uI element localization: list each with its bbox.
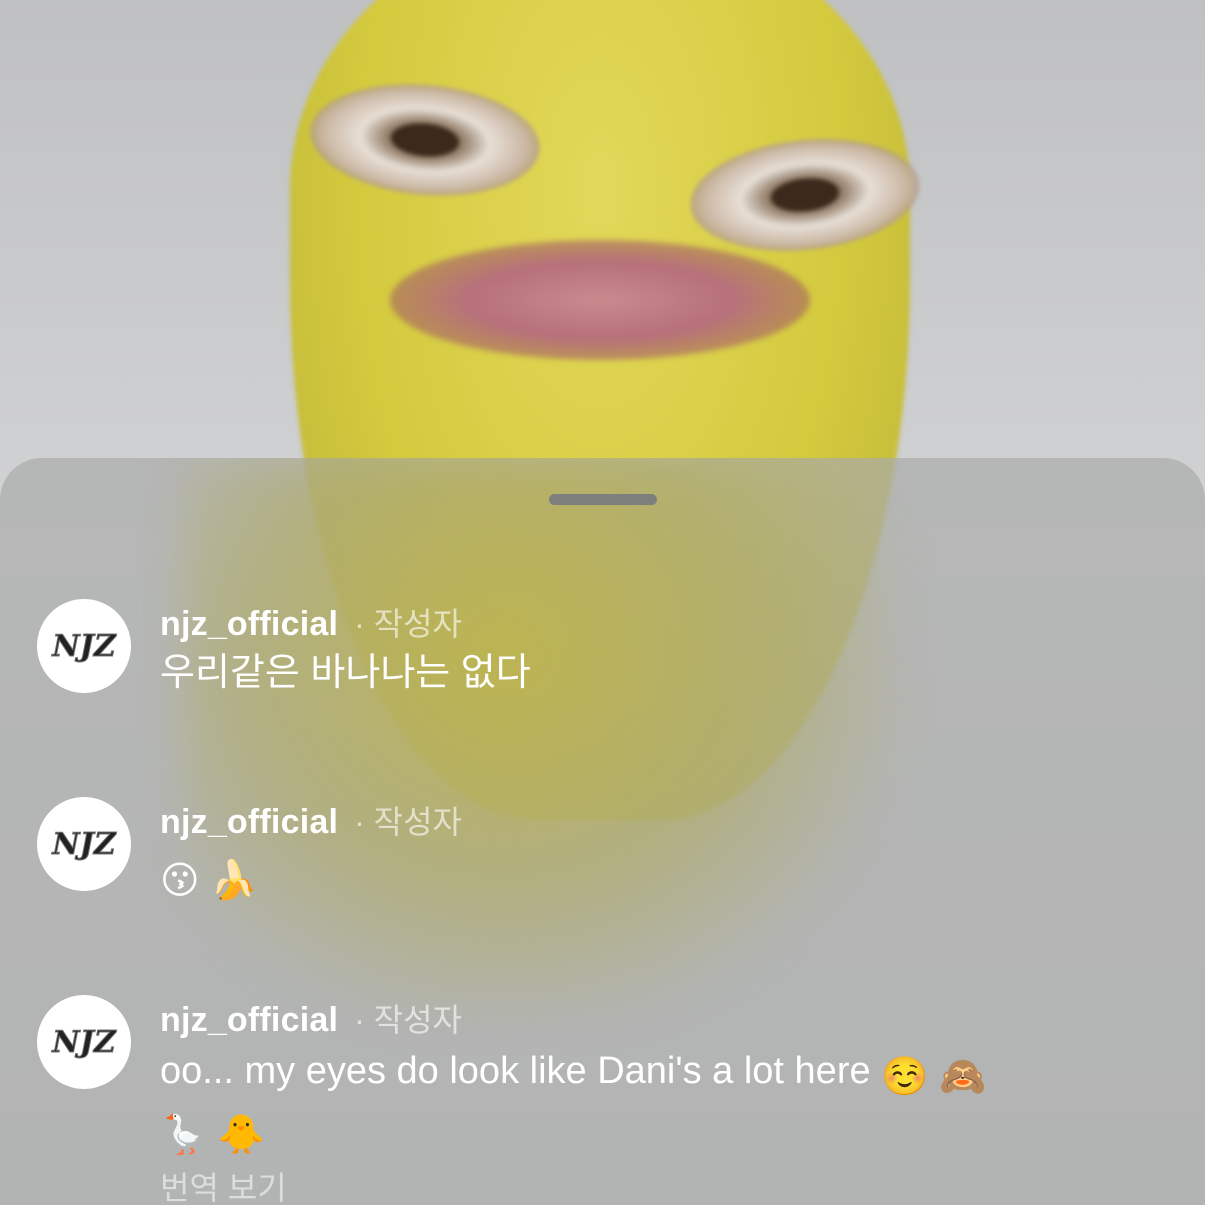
goose-emoji: 🪿 [160, 1114, 208, 1156]
njz-logo-icon: NJZ [51, 827, 118, 863]
comment-text-body: oo... my eyes do look like Dani's a lot … [160, 1050, 871, 1092]
author-tag: · 작성자 [354, 606, 462, 642]
svg-text:NJZ: NJZ [51, 1025, 117, 1060]
banana-emoji: 🍌 [210, 860, 258, 902]
avatar[interactable]: NJZ [37, 599, 131, 693]
lips [390, 240, 810, 360]
comment-meta: njz_official · 작성자 [160, 797, 462, 843]
author-tag: · 작성자 [354, 804, 462, 840]
translate-link[interactable]: 번역 보기 [160, 1163, 287, 1205]
njz-logo-icon: NJZ [51, 629, 118, 665]
avatar[interactable]: NJZ [37, 797, 131, 891]
drag-handle[interactable] [549, 494, 657, 505]
username[interactable]: njz_official [160, 803, 338, 841]
comment-text: 😗 🍌 [160, 849, 1140, 907]
svg-text:NJZ: NJZ [51, 827, 117, 862]
comment-meta: njz_official · 작성자 [160, 995, 462, 1041]
avatar[interactable]: NJZ [37, 995, 131, 1089]
svg-text:NJZ: NJZ [51, 629, 117, 664]
smiling-face-emoji: ☺️ [881, 1056, 929, 1098]
username[interactable]: njz_official [160, 605, 338, 643]
sheet-tint [180, 458, 900, 1018]
njz-logo-icon: NJZ [51, 1025, 118, 1061]
comment-meta: njz_official · 작성자 [160, 599, 462, 645]
kissing-face-emoji: 😗 [160, 860, 200, 902]
username[interactable]: njz_official [160, 1001, 338, 1039]
comments-sheet[interactable]: NJZ njz_official · 작성자 우리같은 바나나는 없다 NJZ n… [0, 458, 1205, 1205]
comment-text: oo... my eyes do look like Dani's a lot … [160, 1045, 1140, 1161]
baby-chick-emoji: 🐥 [217, 1114, 266, 1156]
see-no-evil-monkey-emoji: 🙈 [939, 1056, 987, 1098]
author-tag: · 작성자 [354, 1002, 462, 1038]
comment-text: 우리같은 바나나는 없다 [160, 652, 531, 694]
